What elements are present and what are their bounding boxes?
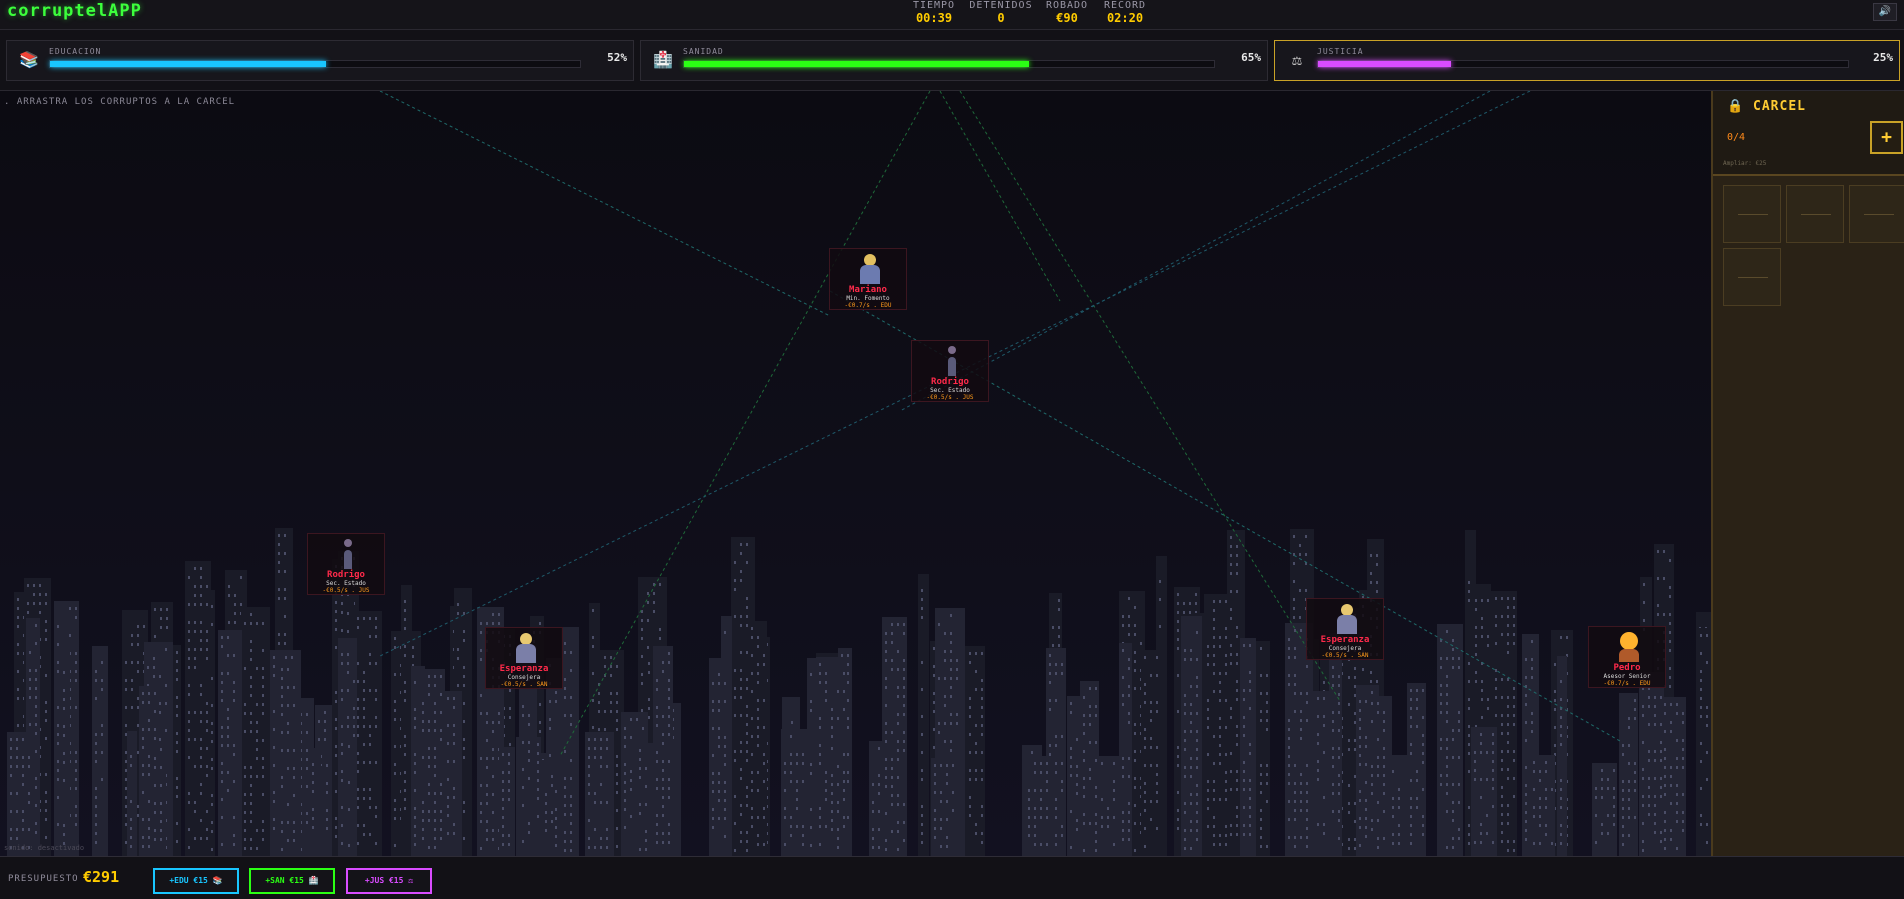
stat-arrested-label: DETENIDOS	[969, 0, 1033, 11]
stat-record: RECORD 02:20	[1100, 0, 1150, 25]
meter-justice-track	[1317, 60, 1849, 68]
meter-education: 📚 EDUCACION 52%	[6, 40, 634, 81]
hospital-icon: 🏥	[653, 50, 673, 69]
top-bar: corruptelAPP TIEMPO 00:39 DETENIDOS 0 RO…	[0, 0, 1904, 30]
meter-health: 🏥 SANIDAD 65%	[640, 40, 1268, 81]
stat-time: TIEMPO 00:39	[908, 0, 960, 25]
meter-health-fill	[684, 61, 1029, 67]
meter-justice-percent: 25%	[1873, 51, 1893, 64]
speaker-icon[interactable]: 🔊	[1873, 3, 1897, 21]
meter-health-track	[683, 60, 1215, 68]
scales-icon: ⚖	[1292, 50, 1302, 69]
stat-arrested: DETENIDOS 0	[968, 0, 1034, 25]
meter-education-track	[49, 60, 581, 68]
meter-health-percent: 65%	[1241, 51, 1261, 64]
meter-education-label: EDUCACION	[49, 47, 102, 56]
stat-time-label: TIEMPO	[912, 0, 956, 11]
meter-health-label: SANIDAD	[683, 47, 724, 56]
meter-education-fill	[50, 61, 326, 67]
stat-stolen-value: €90	[1056, 11, 1078, 25]
meter-justice: ⚖ JUSTICIA 25%	[1274, 40, 1900, 81]
game-app: corruptelAPP TIEMPO 00:39 DETENIDOS 0 RO…	[0, 0, 1904, 899]
meter-education-percent: 52%	[607, 51, 627, 64]
city-playfield[interactable]: . ARRASTRA LOS CORRUPTOS A LA CARCEL son…	[0, 91, 1711, 856]
books-icon: 📚	[19, 50, 39, 69]
stat-record-label: RECORD	[1103, 0, 1147, 11]
game-logo: corruptelAPP	[7, 1, 142, 21]
stat-record-value: 02:20	[1106, 11, 1144, 25]
stat-stolen: ROBADO €90	[1043, 0, 1091, 25]
meter-justice-fill	[1318, 61, 1451, 67]
stat-stolen-label: ROBADO	[1045, 0, 1089, 11]
stat-arrested-value: 0	[997, 11, 1005, 25]
meter-justice-label: JUSTICIA	[1317, 47, 1364, 56]
service-meters: 📚 EDUCACION 52% 🏥 SANIDAD 65% ⚖ JUSTICIA…	[0, 30, 1904, 91]
stat-time-value: 00:39	[915, 11, 953, 25]
